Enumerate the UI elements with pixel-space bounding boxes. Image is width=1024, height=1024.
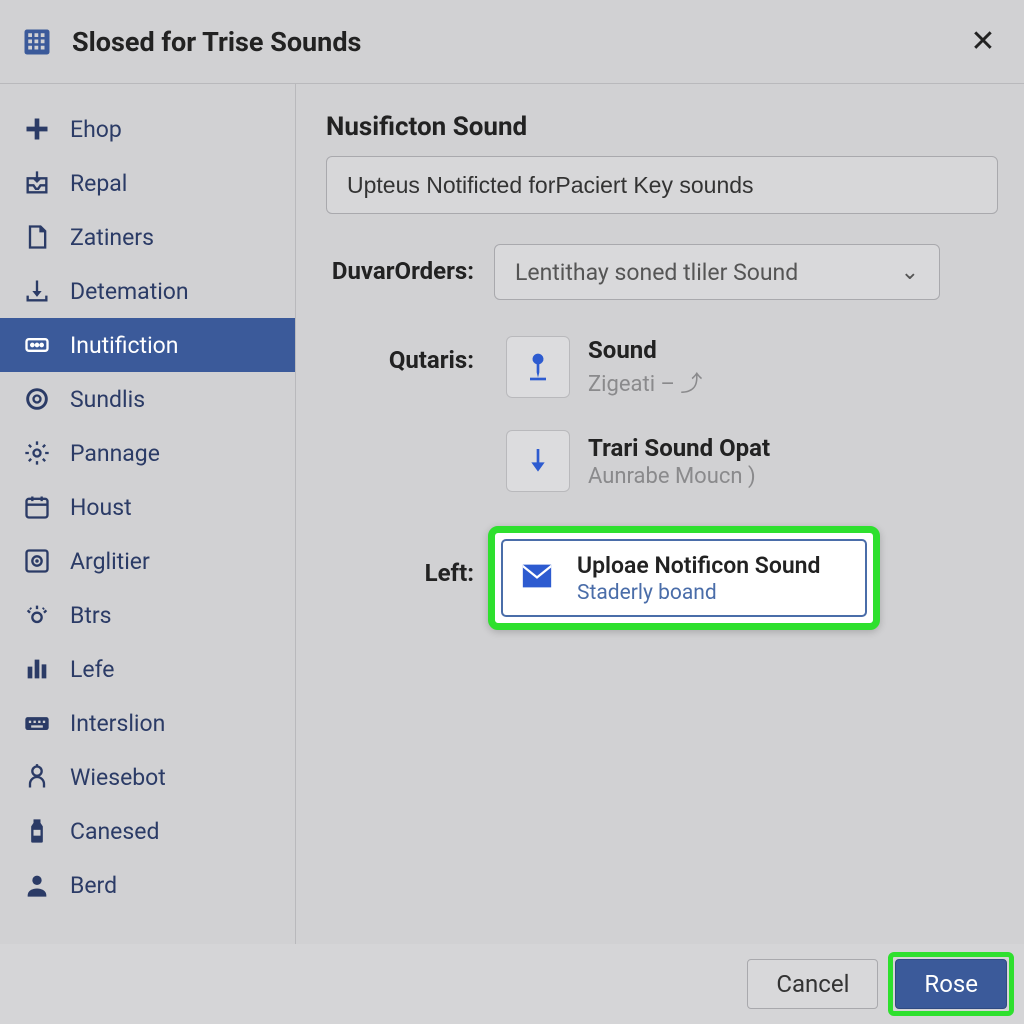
- sidebar-item-label: Pannage: [70, 440, 160, 467]
- close-icon: ✕: [970, 24, 995, 59]
- sidebar-item-label: Wiesebot: [70, 764, 166, 791]
- sidebar-item-canesed[interactable]: Canesed: [0, 804, 295, 858]
- sidebar-item-label: Repal: [70, 170, 127, 197]
- bottle-icon: [22, 816, 52, 846]
- app-grid-icon: [22, 27, 52, 57]
- keyboard-icon: [22, 708, 52, 738]
- sidebar-item-detemation[interactable]: Detemation: [0, 264, 295, 318]
- inbox-icon: [22, 168, 52, 198]
- sidebar-item-label: Btrs: [70, 602, 112, 629]
- bars-icon: [22, 654, 52, 684]
- bright-icon: [22, 600, 52, 630]
- sidebar-item-label: Zatiners: [70, 224, 154, 251]
- dialog-header: Slosed for Trise Sounds ✕: [0, 0, 1024, 84]
- down-icon: [506, 430, 570, 492]
- sidebar-item-sundlis[interactable]: Sundlis: [0, 372, 295, 426]
- sidebar-item-ehop[interactable]: Ehop: [0, 102, 295, 156]
- sidebar-item-label: Sundlis: [70, 386, 145, 413]
- dialog-title: Slosed for Trise Sounds: [72, 26, 964, 58]
- qutaris-row: Qutaris: SoundZigeati – ⤴ Trari Sound Opa…: [326, 328, 998, 500]
- sidebar-item-label: Detemation: [70, 278, 189, 305]
- apply-button[interactable]: Rose: [895, 959, 1007, 1009]
- sidebar-item-houst[interactable]: Houst: [0, 480, 295, 534]
- sidebar-item-btrs[interactable]: Btrs: [0, 588, 295, 642]
- sidebar-item-label: Inutifiction: [70, 332, 178, 359]
- sidebar-item-pannage[interactable]: Pannage: [0, 426, 295, 480]
- disk-icon: [22, 546, 52, 576]
- plus-icon: [22, 114, 52, 144]
- user-icon: [22, 870, 52, 900]
- dialog-body: Ehop Repal Zatiners Detemation Inutifiction S…: [0, 84, 1024, 944]
- order-row: DuvarOrders: Lentithay soned tliler Soun…: [326, 244, 998, 300]
- chevron-down-icon: ⌄: [901, 260, 919, 285]
- sound-name-input[interactable]: [326, 156, 998, 214]
- upload-sound-button[interactable]: Uploae Notificon Sound Staderly boand: [501, 539, 867, 617]
- sidebar-item-lefe[interactable]: Lefe: [0, 642, 295, 696]
- sidebar-item-wiesebot[interactable]: Wiesebot: [0, 750, 295, 804]
- option-text: SoundZigeati – ⤴: [588, 336, 702, 398]
- option-subtitle: Aunrabe Moucn ): [588, 464, 770, 489]
- gear-icon: [22, 438, 52, 468]
- sidebar-item-inutifiction[interactable]: Inutifiction: [0, 318, 295, 372]
- option-title: Sound: [588, 336, 702, 364]
- sidebar-item-label: Arglitier: [70, 548, 150, 575]
- settings-dialog: Slosed for Trise Sounds ✕ Ehop Repal Zatin…: [0, 0, 1024, 1024]
- order-select[interactable]: Lentithay soned tliler Sound ⌄: [494, 244, 940, 300]
- upload-subtitle: Staderly boand: [577, 581, 820, 605]
- circle-icon: [22, 384, 52, 414]
- upload-text: Uploae Notificon Sound Staderly boand: [577, 552, 820, 605]
- option-title: Trari Sound Opat: [588, 434, 770, 462]
- sidebar: Ehop Repal Zatiners Detemation Inutifiction S…: [0, 84, 296, 944]
- section-title: Nusificton Sound: [326, 112, 998, 142]
- option-subtitle: Zigeati – ⤴: [588, 366, 702, 398]
- sidebar-item-repal[interactable]: Repal: [0, 156, 295, 210]
- qutaris-label: Qutaris:: [326, 328, 494, 392]
- upload-title: Uploae Notificon Sound: [577, 552, 820, 579]
- left-label: Left:: [326, 528, 494, 618]
- sound-option[interactable]: Trari Sound OpatAunrabe Moucn ): [494, 422, 782, 500]
- upload-highlight: Uploae Notificon Sound Staderly boand: [488, 526, 880, 630]
- sidebar-item-label: Interslion: [70, 710, 165, 737]
- download-icon: [22, 276, 52, 306]
- sidebar-item-label: Canesed: [70, 818, 159, 845]
- sidebar-item-label: Ehop: [70, 116, 122, 143]
- sidebar-item-label: Lefe: [70, 656, 115, 683]
- sound-option[interactable]: SoundZigeati – ⤴: [494, 328, 782, 406]
- sidebar-item-label: Berd: [70, 872, 117, 899]
- main-panel: Nusificton Sound DuvarOrders: Lentithay …: [296, 84, 1024, 944]
- option-text: Trari Sound OpatAunrabe Moucn ): [588, 434, 770, 489]
- close-button[interactable]: ✕: [964, 23, 1002, 61]
- option-stack: SoundZigeati – ⤴ Trari Sound OpatAunrabe …: [494, 328, 782, 500]
- order-label: DuvarOrders:: [326, 244, 494, 298]
- notif-icon: [22, 330, 52, 360]
- cancel-button[interactable]: Cancel: [747, 959, 878, 1009]
- primary-highlight: Rose: [888, 952, 1014, 1016]
- sidebar-item-interslion[interactable]: Interslion: [0, 696, 295, 750]
- doc-icon: [22, 222, 52, 252]
- mail-icon: [517, 559, 559, 597]
- sidebar-item-label: Houst: [70, 494, 132, 521]
- dialog-footer: Cancel Rose: [0, 944, 1024, 1024]
- pin-icon: [506, 336, 570, 398]
- calendar-icon: [22, 492, 52, 522]
- robot-icon: [22, 762, 52, 792]
- sidebar-item-arglitier[interactable]: Arglitier: [0, 534, 295, 588]
- sidebar-item-zatiners[interactable]: Zatiners: [0, 210, 295, 264]
- order-select-value: Lentithay soned tliler Sound: [515, 259, 798, 286]
- sidebar-item-berd[interactable]: Berd: [0, 858, 295, 912]
